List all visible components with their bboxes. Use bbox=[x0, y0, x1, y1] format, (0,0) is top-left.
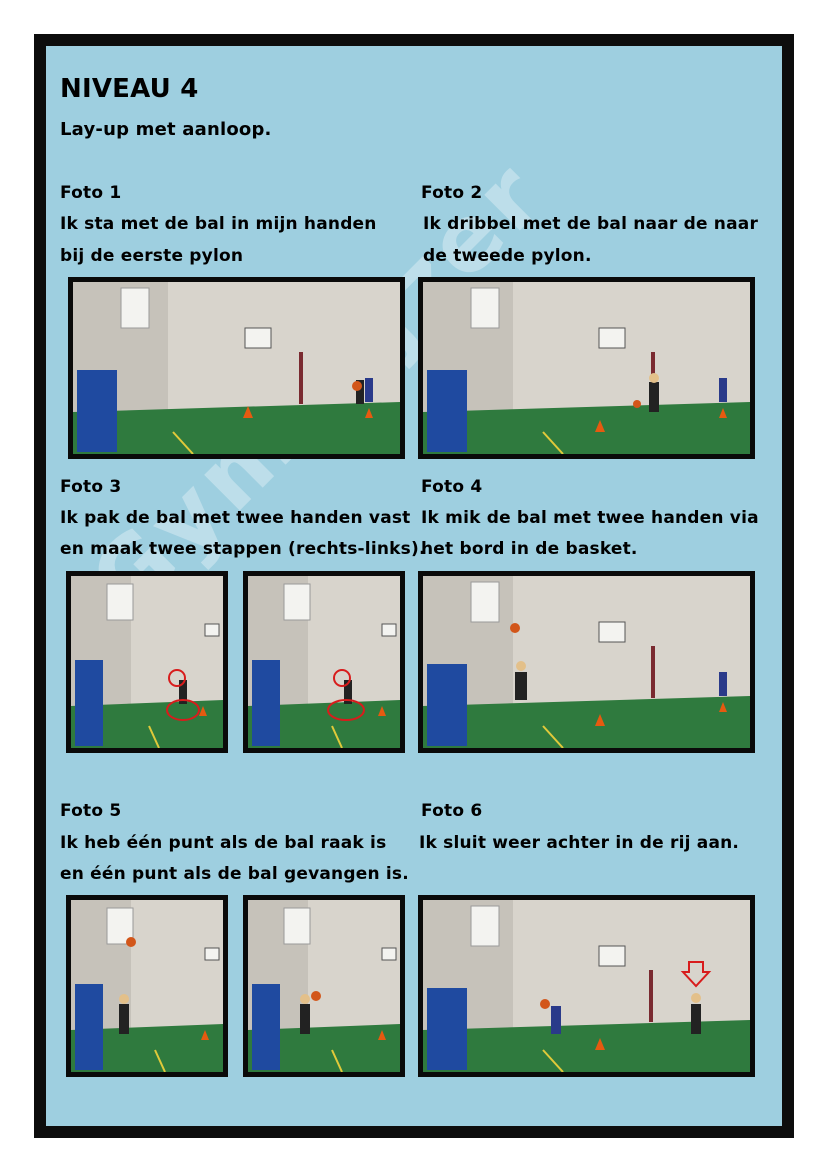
step-1-text-line1: Ik sta met de bal in mijn handen bbox=[60, 214, 377, 234]
step-5-label: Foto 5 bbox=[60, 801, 122, 821]
step-4-label: Foto 4 bbox=[421, 477, 483, 497]
step-3-label: Foto 3 bbox=[60, 477, 122, 497]
step-4-text-line2: het bord in de basket. bbox=[421, 539, 638, 559]
photo-2 bbox=[418, 277, 755, 459]
step-3-text-line2: en maak twee stappen (rechts-links). bbox=[60, 539, 426, 559]
photo-5a bbox=[66, 895, 228, 1077]
step-2-label: Foto 2 bbox=[421, 183, 483, 203]
step-3-text-line1: Ik pak de bal met twee handen vast bbox=[60, 508, 411, 528]
step-5-text-line1: Ik heb één punt als de bal raak is bbox=[60, 833, 387, 853]
step-1-text-line2: bij de eerste pylon bbox=[60, 246, 244, 266]
step-5-text-line2: en één punt als de bal gevangen is. bbox=[60, 864, 409, 884]
page-title: NIVEAU 4 bbox=[60, 74, 199, 104]
photo-6 bbox=[418, 895, 755, 1077]
photo-3b bbox=[243, 571, 405, 753]
photo-3a bbox=[66, 571, 228, 753]
page-subtitle: Lay-up met aanloop. bbox=[60, 119, 272, 140]
step-1-label: Foto 1 bbox=[60, 183, 122, 203]
step-4-text-line1: Ik mik de bal met twee handen via bbox=[421, 508, 759, 528]
step-2-text-line1: Ik dribbel met de bal naar de naar bbox=[423, 214, 759, 234]
step-6-label: Foto 6 bbox=[421, 801, 483, 821]
photo-1 bbox=[68, 277, 405, 459]
photo-4 bbox=[418, 571, 755, 753]
step-2-text-line2: de tweede pylon. bbox=[423, 246, 592, 266]
photo-5b bbox=[243, 895, 405, 1077]
step-6-text-line1: Ik sluit weer achter in de rij aan. bbox=[419, 833, 740, 853]
